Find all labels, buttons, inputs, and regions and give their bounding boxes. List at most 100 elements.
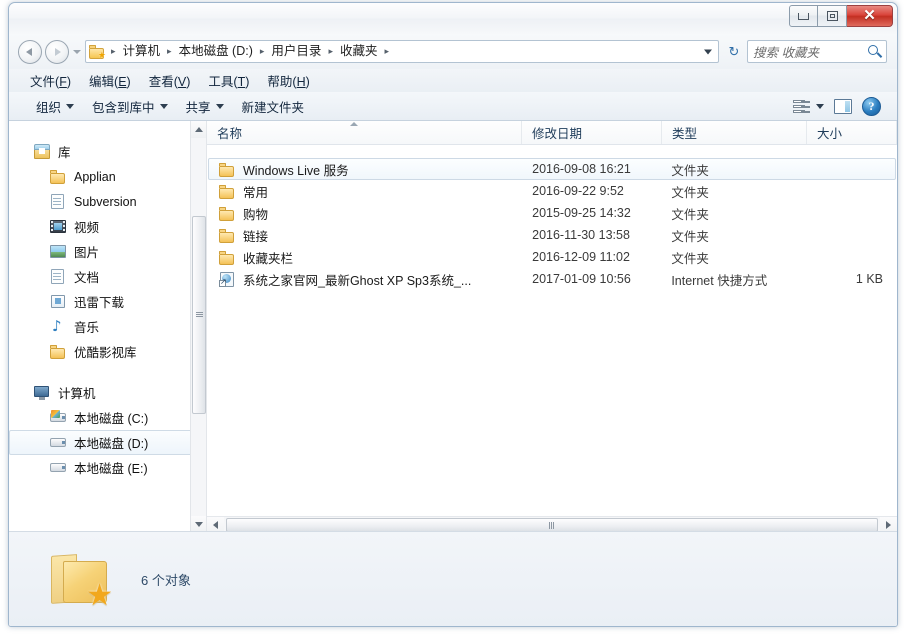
sidebar-item-applian[interactable]: Applian <box>9 164 203 189</box>
column-header-date[interactable]: 修改日期 <box>522 121 662 144</box>
menu-label: 编辑 <box>89 75 114 89</box>
address-bar: ★ ▸ 计算机 ▸ 本地磁盘 (D:) ▸ 用户目录 ▸ 收藏夹 ▸ ↻ 搜索 … <box>9 34 897 69</box>
table-row[interactable]: 购物 2015-09-25 14:32 文件夹 <box>208 202 896 224</box>
sidebar-item-libraries[interactable]: 库 <box>9 139 203 164</box>
share-button[interactable]: 共享 <box>177 94 233 119</box>
chevron-down-icon[interactable] <box>704 49 712 54</box>
scroll-up-button[interactable] <box>191 121 206 138</box>
file-date: 2016-09-22 9:52 <box>522 184 661 198</box>
sidebar-item-music[interactable]: ♪ 音乐 <box>9 314 203 339</box>
breadcrumb-item-1[interactable]: 本地磁盘 (D:) <box>176 41 256 62</box>
preview-pane-icon[interactable] <box>834 99 852 114</box>
breadcrumb-separator: ▸ <box>256 41 269 62</box>
maximize-button[interactable] <box>818 5 847 27</box>
computer-icon <box>34 385 51 400</box>
menu-bar: 文件(F) 编辑(E) 查看(V) 工具(T) 帮助(H) <box>9 69 897 92</box>
file-name: 购物 <box>243 204 268 223</box>
table-row[interactable]: Windows Live 服务 2016-09-08 16:21 文件夹 <box>208 158 896 180</box>
breadcrumb-item-2[interactable]: 用户目录 <box>268 41 324 62</box>
organize-button[interactable]: 组织 <box>27 94 83 119</box>
minimize-icon <box>798 13 809 20</box>
menu-item-help[interactable]: 帮助(H) <box>258 69 318 92</box>
menu-accel: H <box>297 75 306 89</box>
file-name-cell: 购物 <box>209 204 522 223</box>
sidebar-item-subversion[interactable]: Subversion <box>9 189 203 214</box>
nav-group-libraries: 库 Applian Subversion <box>9 139 206 364</box>
sidebar-item-drive-d[interactable]: 本地磁盘 (D:) <box>9 430 203 455</box>
explorer-window: ✕ ★ ▸ 计算机 ▸ 本地磁盘 (D:) ▸ 用户目录 ▸ 收藏夹 ▸ ↻ 搜 <box>8 2 898 627</box>
breadcrumb-separator: ▸ <box>324 41 337 62</box>
sidebar-item-documents[interactable]: 文档 <box>9 264 203 289</box>
folder-icon <box>219 250 236 265</box>
help-icon[interactable]: ? <box>862 97 881 116</box>
table-row[interactable]: 收藏夹栏 2016-12-09 11:02 文件夹 <box>208 246 896 268</box>
folder-icon <box>219 162 236 177</box>
breadcrumb[interactable]: ★ ▸ 计算机 ▸ 本地磁盘 (D:) ▸ 用户目录 ▸ 收藏夹 ▸ <box>85 40 719 63</box>
menu-item-edit[interactable]: 编辑(E) <box>80 69 140 92</box>
table-row[interactable]: 系统之家官网_最新Ghost XP Sp3系统_... 2017-01-09 1… <box>208 268 896 290</box>
chevron-down-icon <box>216 104 224 109</box>
file-type: Internet 快捷方式 <box>661 270 805 289</box>
column-header-type[interactable]: 类型 <box>662 121 807 144</box>
sidebar-item-label: 图片 <box>74 242 99 261</box>
change-view-button[interactable] <box>793 100 824 113</box>
file-type: 文件夹 <box>661 204 805 223</box>
minimize-button[interactable] <box>789 5 818 27</box>
file-date: 2015-09-25 14:32 <box>522 206 661 220</box>
sidebar-item-thunder-downloads[interactable]: 迅雷下载 <box>9 289 203 314</box>
item-count-label: 6 个对象 <box>141 570 191 589</box>
chevron-down-icon <box>66 104 74 109</box>
internet-shortcut-icon <box>219 272 236 287</box>
new-folder-button[interactable]: 新建文件夹 <box>233 94 314 119</box>
sidebar-item-videos[interactable]: 视频 <box>9 214 203 239</box>
explorer-body: 库 Applian Subversion <box>9 121 897 533</box>
breadcrumb-separator: ▸ <box>107 41 120 62</box>
sidebar-item-youku-video-library[interactable]: 优酷影视库 <box>9 339 203 364</box>
navigation-pane: 库 Applian Subversion <box>9 121 206 533</box>
file-name-cell: 链接 <box>209 226 522 245</box>
breadcrumb-item-3[interactable]: 收藏夹 <box>337 41 381 62</box>
table-row[interactable]: 常用 2016-09-22 9:52 文件夹 <box>208 180 896 202</box>
favorites-folder-icon: ★ <box>89 45 105 59</box>
scrollbar-thumb[interactable] <box>226 518 878 532</box>
status-bar: ★ 6 个对象 <box>9 531 897 626</box>
menu-item-file[interactable]: 文件(F) <box>21 69 80 92</box>
sidebar-item-pictures[interactable]: 图片 <box>9 239 203 264</box>
search-placeholder: 搜索 收藏夹 <box>753 42 819 61</box>
breadcrumb-item-0[interactable]: 计算机 <box>120 41 164 62</box>
navigation-pane-scrollbar[interactable] <box>190 121 206 533</box>
refresh-button[interactable]: ↻ <box>723 41 745 63</box>
scrollbar-thumb[interactable] <box>192 216 206 414</box>
sidebar-item-drive-e[interactable]: 本地磁盘 (E:) <box>9 455 203 480</box>
close-button[interactable]: ✕ <box>847 5 893 27</box>
favorites-folder-large-icon: ★ <box>49 551 111 607</box>
menu-label: 文件 <box>30 75 55 89</box>
column-header-name[interactable]: 名称 <box>207 121 522 144</box>
column-header-label: 修改日期 <box>532 123 582 142</box>
breadcrumb-separator: ▸ <box>163 41 176 62</box>
file-name-cell: 系统之家官网_最新Ghost XP Sp3系统_... <box>209 270 522 289</box>
sidebar-item-computer[interactable]: 计算机 <box>9 380 203 405</box>
table-row[interactable]: 链接 2016-11-30 13:58 文件夹 <box>208 224 896 246</box>
library-icon <box>34 144 51 159</box>
forward-button[interactable] <box>45 40 69 64</box>
back-button[interactable] <box>18 40 42 64</box>
recent-locations-icon[interactable] <box>73 50 81 54</box>
view-options-icon <box>793 100 810 113</box>
file-date: 2016-11-30 13:58 <box>522 228 661 242</box>
sidebar-item-drive-c[interactable]: 本地磁盘 (C:) <box>9 405 203 430</box>
column-header-size[interactable]: 大小 <box>807 121 897 144</box>
sidebar-item-label: Applian <box>74 170 116 184</box>
music-library-icon: ♪ <box>50 319 67 334</box>
include-in-library-button[interactable]: 包含到库中 <box>83 94 177 119</box>
documents-library-icon <box>50 269 67 284</box>
file-date: 2017-01-09 10:56 <box>522 272 661 286</box>
downloads-icon <box>50 294 67 309</box>
search-input[interactable]: 搜索 收藏夹 <box>747 40 887 63</box>
menu-item-view[interactable]: 查看(V) <box>140 69 200 92</box>
file-name: Windows Live 服务 <box>243 160 349 179</box>
folder-icon <box>50 344 67 359</box>
sidebar-item-label: 视频 <box>74 217 99 236</box>
file-name-cell: 收藏夹栏 <box>209 248 522 267</box>
menu-item-tools[interactable]: 工具(T) <box>199 69 258 92</box>
